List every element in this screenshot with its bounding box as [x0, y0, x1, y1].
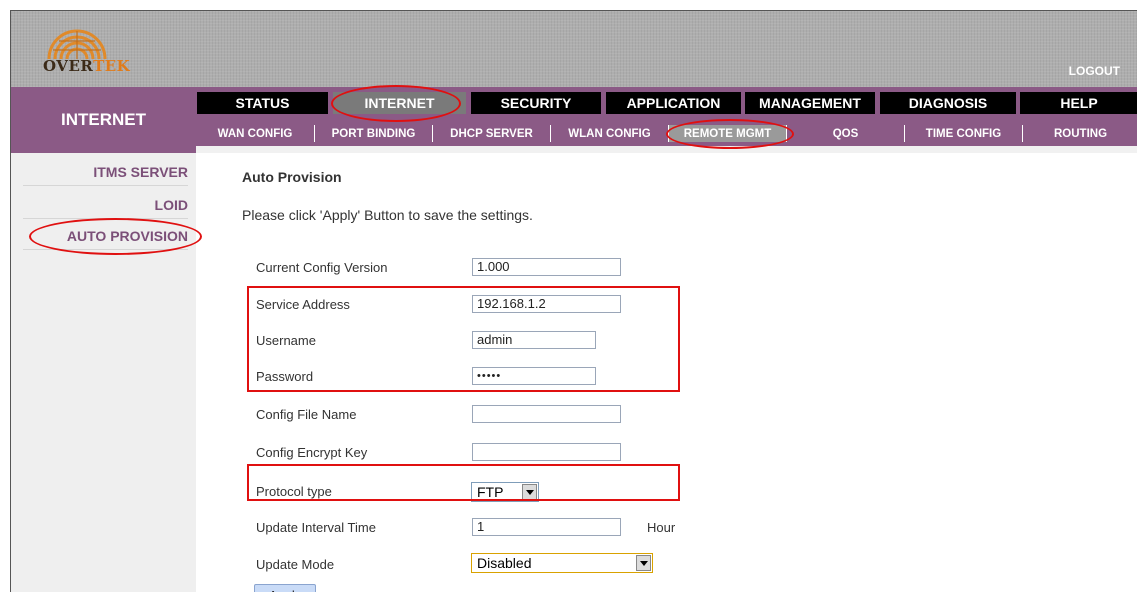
- subtab-port-binding[interactable]: PORT BINDING: [315, 125, 433, 142]
- sub-nav: WAN CONFIG PORT BINDING DHCP SERVER WLAN…: [196, 120, 1137, 146]
- password-field[interactable]: •••••: [472, 367, 596, 385]
- logout-link[interactable]: LOGOUT: [1069, 64, 1120, 78]
- subtab-qos[interactable]: QOS: [787, 125, 905, 142]
- logo-wordmark: OVERTEK: [43, 57, 130, 75]
- update-interval-unit: Hour: [647, 520, 676, 535]
- update-interval-label: Update Interval Time: [256, 520, 376, 535]
- subtab-dhcp-server[interactable]: DHCP SERVER: [433, 125, 551, 142]
- config-encrypt-key-field[interactable]: [472, 443, 621, 461]
- password-label: Password: [256, 369, 314, 384]
- subtab-routing[interactable]: ROUTING: [1023, 125, 1137, 142]
- tab-help[interactable]: HELP: [1020, 92, 1137, 114]
- logo-suffix: TEK: [93, 57, 131, 75]
- tab-management[interactable]: MANAGEMENT: [745, 92, 875, 114]
- update-mode-value: Disabled: [477, 555, 532, 571]
- tab-diagnosis[interactable]: DIAGNOSIS: [880, 92, 1016, 114]
- protocol-type-value: FTP: [477, 484, 504, 500]
- update-interval-field[interactable]: 1: [472, 518, 621, 536]
- config-version-label: Current Config Version: [256, 260, 388, 275]
- sidebar-item-itms-server[interactable]: ITMS SERVER: [23, 159, 188, 186]
- sidebar-item-loid[interactable]: LOID: [23, 192, 188, 219]
- main-nav: STATUS INTERNET SECURITY APPLICATION MAN…: [196, 87, 1137, 120]
- tab-application[interactable]: APPLICATION: [606, 92, 741, 114]
- username-field[interactable]: admin: [472, 331, 596, 349]
- tab-security[interactable]: SECURITY: [471, 92, 601, 114]
- username-label: Username: [256, 333, 316, 348]
- subtab-wan-config[interactable]: WAN CONFIG: [196, 125, 315, 142]
- service-address-field[interactable]: 192.168.1.2: [472, 295, 621, 313]
- config-encrypt-key-label: Config Encrypt Key: [256, 445, 368, 460]
- config-file-name-label: Config File Name: [256, 407, 357, 422]
- tab-internet[interactable]: INTERNET: [333, 92, 466, 114]
- router-admin-window: OVERTEK LOGOUT INTERNET STATUS INTERNET …: [10, 10, 1137, 592]
- logo-prefix: OVER: [43, 57, 94, 75]
- subtab-remote-mgmt[interactable]: REMOTE MGMT: [669, 125, 787, 142]
- main-content: Auto Provision Please click 'Apply' Butt…: [196, 153, 1137, 592]
- tab-status[interactable]: STATUS: [197, 92, 328, 114]
- update-mode-select[interactable]: Disabled: [471, 553, 653, 573]
- config-file-name-field[interactable]: [472, 405, 621, 423]
- sidebar-item-auto-provision[interactable]: AUTO PROVISION: [23, 223, 188, 250]
- page-title: Auto Provision: [242, 169, 342, 185]
- protocol-type-label: Protocol type: [256, 484, 332, 499]
- nav-divider: [196, 146, 1137, 153]
- service-address-label: Service Address: [256, 297, 350, 312]
- subtab-time-config[interactable]: TIME CONFIG: [905, 125, 1023, 142]
- chevron-down-icon[interactable]: [522, 484, 537, 500]
- section-title: INTERNET: [11, 87, 196, 153]
- protocol-type-select[interactable]: FTP: [471, 482, 539, 502]
- config-version-field[interactable]: 1.000: [472, 258, 621, 276]
- sidebar: ITMS SERVER LOID AUTO PROVISION: [11, 153, 196, 592]
- instruction-text: Please click 'Apply' Button to save the …: [242, 207, 533, 223]
- update-mode-label: Update Mode: [256, 557, 335, 572]
- subtab-wlan-config[interactable]: WLAN CONFIG: [551, 125, 669, 142]
- header-banner: OVERTEK LOGOUT: [11, 11, 1137, 87]
- chevron-down-icon[interactable]: [636, 555, 651, 571]
